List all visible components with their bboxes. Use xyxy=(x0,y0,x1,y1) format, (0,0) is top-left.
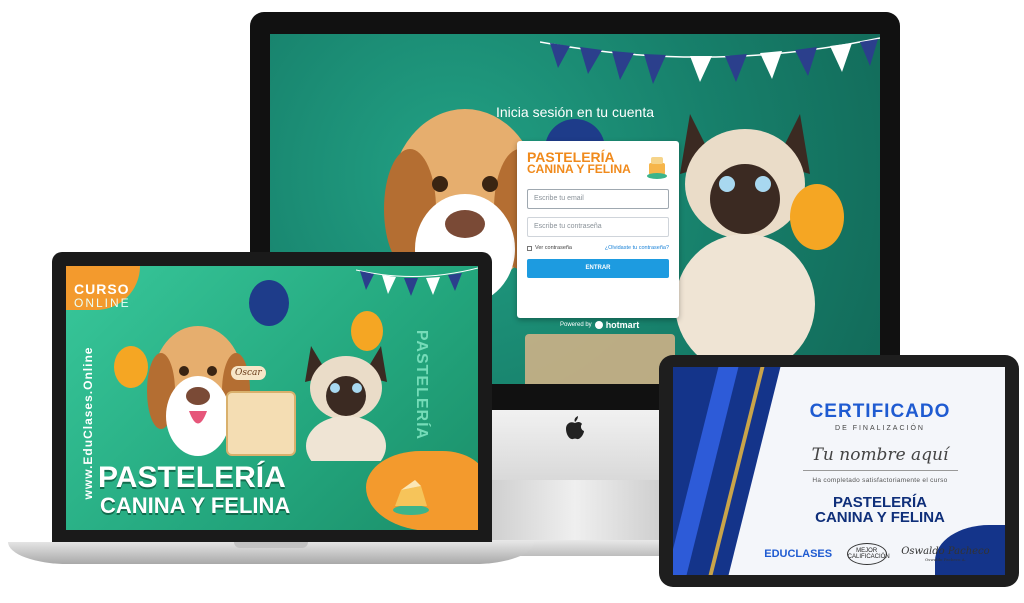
apple-logo-icon xyxy=(562,416,588,442)
online-label: ONLINE xyxy=(74,296,131,310)
certificate-screen: CERTIFICADO DE FINALIZACIÓN Tu nombre aq… xyxy=(673,367,1005,575)
award-badge-icon: MEJOR CALIFICACIÓN xyxy=(846,543,890,565)
certificate-course-line1: PASTELERÍA xyxy=(833,494,927,511)
cat-illustration-small xyxy=(305,346,387,461)
login-card: PASTELERÍA CANINA Y FELINA Escribe tu em… xyxy=(517,141,679,318)
password-options-row: Ver contraseña ¿Olvidaste tu contraseña? xyxy=(527,245,669,251)
certificate-course-name: PASTELERÍA CANINA Y FELINA xyxy=(765,495,995,525)
certificate-footer: EDUCLASES MEJOR CALIFICACIÓN Oswaldo Pac… xyxy=(757,543,997,565)
powered-by-hotmart: Powered by hotmart xyxy=(560,320,639,330)
certificate-subtitle: DE FINALIZACIÓN xyxy=(835,425,925,432)
cake-icon xyxy=(647,157,667,179)
signature: Oswaldo Pacheco Oswaldo Pacheco A. xyxy=(901,546,989,562)
cake-image-small xyxy=(226,391,296,456)
show-password-label: Ver contraseña xyxy=(535,245,572,251)
show-password-checkbox[interactable]: Ver contraseña xyxy=(527,245,572,251)
forgot-password-link[interactable]: ¿Olvidaste tu contraseña? xyxy=(605,245,669,251)
tablet-device: CERTIFICADO DE FINALIZACIÓN Tu nombre aq… xyxy=(659,355,1019,587)
apple-icon xyxy=(566,416,584,440)
certificate-course-line2: CANINA Y FELINA xyxy=(815,509,945,526)
powered-by-label: Powered by xyxy=(560,322,592,328)
signature-name: Oswaldo Pacheco xyxy=(901,546,990,557)
hotmart-brand: hotmart xyxy=(605,320,640,330)
password-input[interactable]: Escribe tu contraseña xyxy=(527,217,669,237)
product-mockup: Inicia sesión en tu cuenta PASTELERÍA CA… xyxy=(0,0,1024,603)
balloon-orange-left xyxy=(114,346,148,388)
cake-slice-icon xyxy=(393,480,429,515)
email-input[interactable]: Escribe tu email xyxy=(527,189,669,209)
cake-image xyxy=(525,334,675,384)
balloon-navy xyxy=(249,280,289,326)
certificate-title: CERTIFICADO xyxy=(809,401,951,422)
curso-label: CURSO xyxy=(74,281,130,297)
balloon-yellow xyxy=(790,184,844,250)
vertical-brand-text: PASTELERÍA xyxy=(413,329,431,441)
website-url-vertical: www.EduClases.Online xyxy=(81,346,95,500)
curso-online-label: CURSO ONLINE xyxy=(74,282,131,310)
course-title-line1: PASTELERÍA xyxy=(98,461,286,494)
laptop-bunting xyxy=(356,267,478,296)
signature-caption: Oswaldo Pacheco A. xyxy=(925,557,966,562)
educlases-logo: EDUCLASES xyxy=(764,548,833,560)
pet-name-tag: Oscar xyxy=(231,366,266,380)
completed-text: Ha completado satisfactoriamente el curs… xyxy=(812,477,948,484)
laptop-device: CURSO ONLINE www.EduClases.Online Oscar … xyxy=(8,252,534,582)
course-title-line2: CANINA Y FELINA xyxy=(100,493,291,518)
hotmart-flame-icon xyxy=(594,321,603,329)
name-underline xyxy=(803,470,958,471)
laptop-notch xyxy=(234,542,308,548)
student-name: Tu nombre aquí xyxy=(811,445,949,465)
course-title: PASTELERÍA CANINA Y FELINA xyxy=(98,461,291,520)
laptop-screen-banner: CURSO ONLINE www.EduClases.Online Oscar … xyxy=(66,266,478,530)
enter-button[interactable]: ENTRAR xyxy=(527,259,669,278)
checkbox-box[interactable] xyxy=(527,245,532,251)
